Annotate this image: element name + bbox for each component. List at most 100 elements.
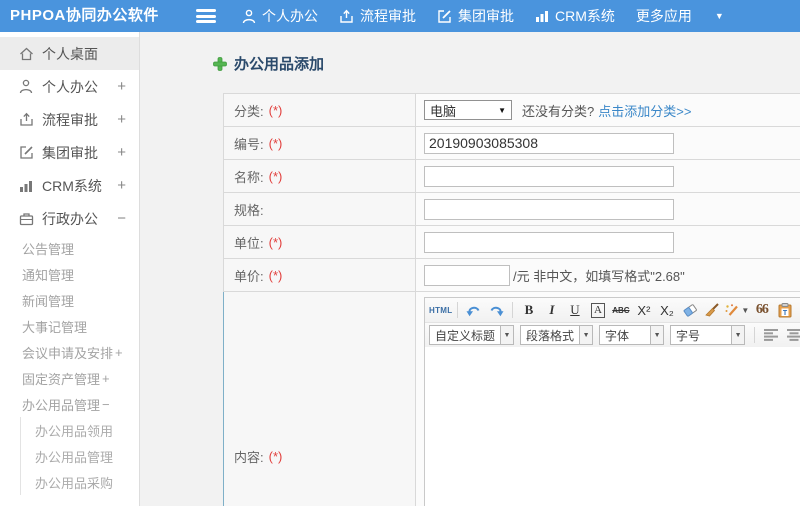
sidebar-item-notices[interactable]: 通知管理 (0, 261, 139, 287)
nav-group-approval[interactable]: 集团审批 (437, 6, 514, 26)
add-plus-icon (213, 56, 227, 71)
sidebar-item-news[interactable]: 新闻管理 (0, 287, 139, 313)
expand-icon[interactable]: + (117, 177, 126, 194)
expand-icon[interactable]: + (102, 371, 110, 386)
expand-icon[interactable]: + (117, 111, 126, 128)
eraser-icon[interactable] (679, 300, 700, 320)
field-label: 名称: (*) (224, 160, 416, 192)
blockquote-icon[interactable]: 66 (751, 300, 772, 320)
form-row-spec: 规格: (223, 193, 800, 226)
undo-icon[interactable] (463, 300, 484, 320)
field-label: 内容: (*) (224, 292, 416, 506)
nav-label: 流程审批 (360, 8, 416, 24)
sidebar-item-supplies-manage[interactable]: 办公用品管理 (21, 443, 139, 469)
subscript-icon[interactable]: X₂ (656, 300, 677, 320)
field-value: HTML B I U A ABC X² X₂ ▼ 66 T 自定义标题 ▼ 段落… (416, 292, 800, 506)
price-format-hint: /元 非中文，如填写格式"2.68" (513, 268, 685, 284)
sidebar-item-label: 会议申请及安排 (22, 345, 114, 361)
spec-input[interactable] (424, 198, 674, 220)
form-row-name: 名称: (*) (223, 160, 800, 193)
main-content: 办公用品添加 分类: (*) 电脑 ▼ 还没有分类? 点击添加分类>> 编号: … (140, 32, 800, 506)
paragraph-format-dropdown[interactable]: 段落格式 ▼ (520, 325, 594, 345)
unit-input[interactable] (424, 231, 674, 253)
html-source-button[interactable]: HTML (429, 300, 452, 320)
app-logo[interactable]: PHPOA协同办公软件 (10, 0, 159, 32)
nav-personal-office[interactable]: 个人办公 (242, 6, 318, 26)
sidebar-item-label: 办公用品采购 (35, 475, 114, 491)
editor-toolbar-row1: HTML B I U A ABC X² X₂ ▼ 66 T (425, 298, 800, 323)
form-row-price: 单价: (*) /元 非中文，如填写格式"2.68" (223, 259, 800, 292)
font-family-dropdown[interactable]: 字体 ▼ (599, 325, 665, 345)
field-label: 编号: (*) (224, 127, 416, 159)
paste-text-icon[interactable]: T (774, 300, 795, 320)
rich-text-editor: HTML B I U A ABC X² X₂ ▼ 66 T 自定义标题 ▼ 段落… (424, 297, 800, 506)
sidebar-item-label: CRM系统 (42, 177, 102, 194)
strikethrough-icon[interactable]: ABC (610, 300, 631, 320)
bold-icon[interactable]: B (518, 300, 539, 320)
edit-icon (437, 9, 452, 24)
sidebar-item-announcements[interactable]: 公告管理 (0, 235, 139, 261)
nav-more-apps[interactable]: 更多应用 (636, 6, 692, 26)
format-brush-icon[interactable] (702, 300, 723, 320)
caret-down-icon[interactable]: ▼ (715, 11, 724, 21)
menu-toggle-icon[interactable] (196, 9, 216, 23)
align-left-icon[interactable] (760, 325, 781, 345)
redo-icon[interactable] (486, 300, 507, 320)
sidebar-item-personal-office[interactable]: 个人办公 + (0, 70, 139, 103)
sidebar-item-memorabilia[interactable]: 大事记管理 (0, 313, 139, 339)
dropdown-arrow-icon: ▼ (741, 305, 750, 315)
sidebar-item-supplies-claim[interactable]: 办公用品领用 (21, 417, 139, 443)
required-mark: (*) (268, 102, 283, 118)
sidebar-item-supplies-purchase[interactable]: 办公用品采购 (21, 469, 139, 495)
flow-icon (18, 112, 34, 127)
editor-toolbar-row2: 自定义标题 ▼ 段落格式 ▼ 字体 ▼ 字号 ▼ (425, 323, 800, 347)
sidebar-item-group-approval[interactable]: 集团审批 + (0, 136, 139, 169)
sidebar-item-admin-office[interactable]: 行政办公 − (0, 202, 139, 235)
sidebar-item-fixed-assets[interactable]: 固定资产管理 + (0, 365, 139, 391)
char-border-icon[interactable]: A (587, 300, 608, 320)
superscript-icon[interactable]: X² (633, 300, 654, 320)
auto-typeset-icon[interactable]: ▼ (725, 300, 749, 320)
name-input[interactable] (424, 165, 674, 187)
sidebar-item-crm[interactable]: CRM系统 + (0, 169, 139, 202)
label-text: 编号: (234, 136, 264, 152)
price-input[interactable] (424, 264, 510, 286)
sidebar-item-label: 流程审批 (42, 111, 98, 128)
sidebar-item-flow-approval[interactable]: 流程审批 + (0, 103, 139, 136)
expand-icon[interactable]: + (117, 144, 126, 161)
sidebar-item-label: 通知管理 (22, 267, 75, 283)
required-mark: (*) (268, 449, 283, 464)
required-mark: (*) (268, 267, 283, 283)
label-text: 规格: (234, 202, 264, 218)
editor-content-area[interactable] (425, 347, 800, 506)
underline-icon[interactable]: U (564, 300, 585, 320)
form-row-unit: 单位: (*) (223, 226, 800, 259)
sidebar-item-desktop[interactable]: 个人桌面 (0, 37, 139, 70)
italic-icon[interactable]: I (541, 300, 562, 320)
field-label: 规格: (224, 193, 416, 225)
form-row-content: 内容: (*) HTML B I U A ABC X² X₂ ▼ 66 T 自定… (223, 292, 800, 506)
nav-flow-approval[interactable]: 流程审批 (339, 6, 416, 26)
sidebar-item-office-supplies[interactable]: 办公用品管理 − (0, 391, 139, 417)
custom-title-dropdown[interactable]: 自定义标题 ▼ (429, 325, 515, 345)
office-supplies-form: 分类: (*) 电脑 ▼ 还没有分类? 点击添加分类>> 编号: (*) 201… (223, 93, 800, 506)
sidebar-item-meetings[interactable]: 会议申请及安排 + (0, 339, 139, 365)
expand-icon[interactable]: + (117, 78, 126, 95)
expand-icon[interactable]: + (115, 345, 123, 360)
collapse-icon[interactable]: − (117, 210, 126, 227)
category-select[interactable]: 电脑 ▼ (424, 100, 512, 120)
toolbar-separator (457, 302, 459, 318)
nav-crm-system[interactable]: CRM系统 (535, 6, 615, 26)
sidebar-item-label: 行政办公 (42, 210, 98, 227)
label-text: 单位: (234, 235, 264, 251)
sidebar-item-label: 大事记管理 (22, 319, 88, 335)
chart-icon (18, 179, 34, 193)
top-navigation: 个人办公 流程审批 集团审批 CRM系统 更多应用 ▼ (196, 0, 724, 32)
user-icon (242, 9, 256, 24)
align-center-icon[interactable] (783, 325, 800, 345)
font-size-dropdown[interactable]: 字号 ▼ (670, 325, 746, 345)
category-hint: 还没有分类? (522, 103, 595, 119)
code-input[interactable] (424, 132, 674, 154)
collapse-icon[interactable]: − (102, 397, 110, 412)
add-category-link[interactable]: 点击添加分类>> (598, 101, 691, 120)
